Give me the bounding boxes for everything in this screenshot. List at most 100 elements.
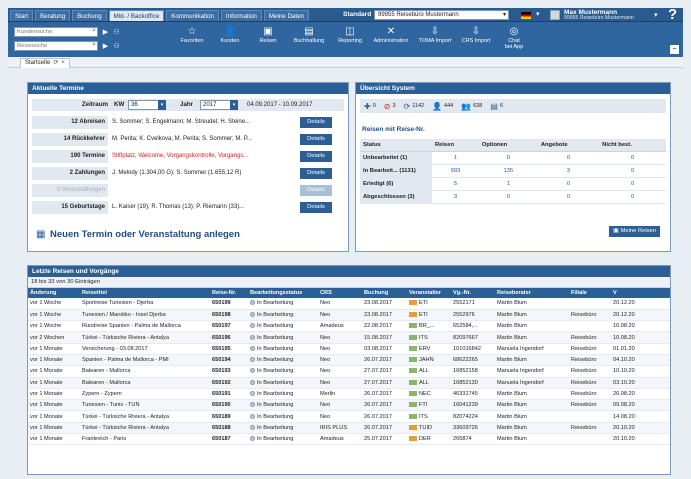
nicht-best-cell[interactable]: 0 bbox=[599, 164, 666, 178]
collapse-toolbar-icon[interactable]: − bbox=[670, 45, 679, 54]
column-header[interactable]: Bearbeitungsstatus bbox=[248, 288, 318, 298]
reisen-cell[interactable]: 5 bbox=[432, 177, 479, 191]
angebote-cell[interactable]: 0 bbox=[537, 190, 600, 204]
customer-search-input[interactable]: Kundensuche ⌕ bbox=[14, 27, 98, 37]
tab-beratung[interactable]: Beratung bbox=[35, 10, 71, 21]
person-add-icon[interactable]: ⚇ bbox=[113, 42, 120, 50]
arrow-right-icon[interactable]: ▶ bbox=[102, 28, 109, 36]
buchhaltung-button[interactable]: ▤ Buchhaltung bbox=[287, 24, 331, 54]
reisen-cell[interactable]: 993 bbox=[432, 164, 479, 178]
system-stat[interactable]: ⟳ 1142 bbox=[404, 102, 425, 111]
column-header[interactable]: Reisetitel bbox=[80, 288, 210, 298]
tab-buchung[interactable]: Buchung bbox=[72, 10, 107, 21]
chevron-down-icon[interactable]: ▾ bbox=[536, 10, 540, 18]
table-row[interactable]: vor 1 Monate Balearen - Mallorca 650193 In … bbox=[28, 365, 670, 378]
kw-select[interactable]: 36 ▾ bbox=[128, 100, 166, 110]
reisen-button[interactable]: ▣ Reisen bbox=[249, 24, 287, 54]
system-stat[interactable]: ▤ 6 bbox=[490, 102, 503, 111]
table-row[interactable]: vor 1 Monate Balearen - Mallorca 650192 In … bbox=[28, 377, 670, 389]
toma-import-button[interactable]: ⇩ TOMA Import bbox=[413, 24, 457, 54]
reisen-status-row[interactable]: Erledigt (6) 5 1 0 0 bbox=[360, 177, 666, 191]
tab-mid-backoffice[interactable]: Mid- / Backoffice bbox=[108, 10, 165, 21]
favoriten-button[interactable]: ☆ Favoriten bbox=[173, 24, 211, 54]
reisen-status-row[interactable]: Unbearbeitet (1) 1 0 0 0 bbox=[360, 151, 666, 165]
german-flag-icon[interactable] bbox=[521, 12, 531, 19]
nicht-best-cell[interactable]: 0 bbox=[599, 190, 666, 204]
arrow-right-icon[interactable]: ▶ bbox=[102, 42, 109, 50]
new-termin-link[interactable]: ▦ Neuen Termin oder Veranstaltung anlege… bbox=[36, 229, 240, 240]
reisen-status-row[interactable]: In Bearbeit... (1131) 993 135 3 0 bbox=[360, 164, 666, 178]
table-row[interactable]: vor 1 Monate Versicherung - 03.08.2017 650… bbox=[28, 343, 670, 355]
table-row[interactable]: vor 1 Monate Frankreich - Paris 650187 In B… bbox=[28, 433, 670, 446]
table-row[interactable]: vor 1 Monate Türkei - Türkische Riviera -… bbox=[28, 422, 670, 435]
operator-logo-icon bbox=[409, 379, 417, 385]
help-icon[interactable]: ? bbox=[668, 6, 677, 23]
tab-startseite[interactable]: Startseite ⟳ × bbox=[20, 58, 70, 68]
travel-date-cell: 20.10.20 bbox=[611, 433, 670, 446]
column-header[interactable]: Filiale bbox=[569, 288, 611, 298]
angebote-cell[interactable]: 0 bbox=[537, 151, 600, 165]
system-stat[interactable]: 👥 638 bbox=[461, 102, 482, 111]
optionen-cell[interactable]: 0 bbox=[478, 151, 538, 165]
search-icon[interactable]: ⌕ bbox=[92, 27, 96, 35]
person-add-icon[interactable]: ⚇ bbox=[113, 28, 120, 36]
col-nicht-best: Nicht best. bbox=[599, 139, 666, 152]
table-row[interactable]: vor 1 Monate Tunesien - Tunis - TUN 650190… bbox=[28, 399, 670, 412]
search-icon[interactable]: ⌕ bbox=[92, 41, 96, 49]
table-row[interactable]: vor 1 Woche Tunesien / Marokko - Insel Dj… bbox=[28, 309, 670, 322]
details-button[interactable]: Details bbox=[300, 168, 332, 179]
close-icon[interactable]: × bbox=[61, 59, 65, 68]
nicht-best-cell[interactable]: 0 bbox=[599, 177, 666, 191]
meine-reisen-button[interactable]: ▣ Meine Reisen bbox=[609, 226, 660, 237]
table-row[interactable]: vor 1 Monate Zypern - Zypern 650191 In Bear… bbox=[28, 388, 670, 401]
tab-kommunikation[interactable]: Kommunikation bbox=[166, 10, 219, 21]
details-button[interactable]: Details bbox=[300, 151, 332, 162]
column-header[interactable]: CRS bbox=[318, 288, 362, 298]
refresh-icon[interactable]: ⟳ bbox=[53, 59, 58, 68]
tab-start[interactable]: Start bbox=[10, 10, 34, 21]
optionen-cell[interactable]: 135 bbox=[478, 164, 538, 178]
system-stat[interactable]: ✚ 0 bbox=[364, 102, 376, 111]
trip-search-input[interactable]: Reisesuche ⌕ bbox=[14, 41, 98, 51]
column-header[interactable]: Änderung bbox=[28, 288, 80, 298]
reisen-cell[interactable]: 1 bbox=[432, 151, 479, 165]
jahr-select[interactable]: 2017 ▾ bbox=[200, 100, 238, 110]
reisen-cell[interactable]: 3 bbox=[432, 190, 479, 204]
details-button[interactable]: Details bbox=[300, 185, 332, 196]
column-header[interactable]: Buchung bbox=[362, 288, 407, 298]
chat-button[interactable]: ◎ Chat bei App bbox=[495, 24, 533, 54]
agency-select[interactable]: 99955 Reisebüro Mustermann ▾ bbox=[374, 10, 509, 20]
col-status[interactable]: Status bbox=[360, 139, 432, 152]
column-header[interactable]: Vg.-Nr. bbox=[451, 288, 495, 298]
reisen-status-row[interactable]: Abgeschlossen (3) 3 0 0 0 bbox=[360, 190, 666, 204]
details-button[interactable]: Details bbox=[300, 117, 332, 128]
kunden-button[interactable]: 👤 Kunden bbox=[211, 24, 249, 54]
details-button[interactable]: Details bbox=[300, 134, 332, 145]
column-header[interactable]: Veranstalter bbox=[407, 288, 451, 298]
system-stat[interactable]: 👤 444 bbox=[432, 102, 453, 111]
column-header[interactable]: Reise-Nr. bbox=[210, 288, 248, 298]
chevron-down-icon[interactable]: ▾ bbox=[158, 100, 166, 110]
operator-logo-icon bbox=[409, 424, 417, 430]
column-header[interactable]: V bbox=[611, 288, 670, 298]
administration-button[interactable]: ✕ Administration bbox=[369, 24, 413, 54]
tab-meine-daten[interactable]: Meine Daten bbox=[263, 10, 309, 21]
table-row[interactable]: vor 1 Monate Spanien - Palma de Mallorca … bbox=[28, 354, 670, 367]
chevron-down-icon[interactable]: ▾ bbox=[230, 100, 238, 110]
table-row[interactable]: vor 1 Woche Rundreise Spanien - Palma de … bbox=[28, 320, 670, 333]
table-row[interactable]: vor 1 Woche Sportreise Tunesien - Djerba 6… bbox=[28, 298, 670, 310]
nicht-best-cell[interactable]: 0 bbox=[599, 151, 666, 165]
optionen-cell[interactable]: 0 bbox=[478, 190, 538, 204]
system-stat[interactable]: ⊘ 3 bbox=[384, 102, 396, 111]
table-row[interactable]: vor 1 Monate Türkei - Türkische Riviera -… bbox=[28, 410, 670, 423]
user-menu-chevron-icon[interactable]: ▾ bbox=[654, 11, 658, 19]
column-header[interactable]: Reiseberater bbox=[495, 288, 569, 298]
table-row[interactable]: vor 2 Wochen Türkei - Türkische Riviera -… bbox=[28, 331, 670, 344]
optionen-cell[interactable]: 1 bbox=[478, 177, 538, 191]
crs-import-button[interactable]: ⇩ CRS Import bbox=[457, 24, 495, 54]
tab-information[interactable]: Information bbox=[220, 10, 262, 21]
reporting-button[interactable]: ◫ Reporting bbox=[331, 24, 369, 54]
angebote-cell[interactable]: 0 bbox=[537, 177, 600, 191]
details-button[interactable]: Details bbox=[300, 202, 332, 213]
angebote-cell[interactable]: 3 bbox=[537, 164, 600, 178]
